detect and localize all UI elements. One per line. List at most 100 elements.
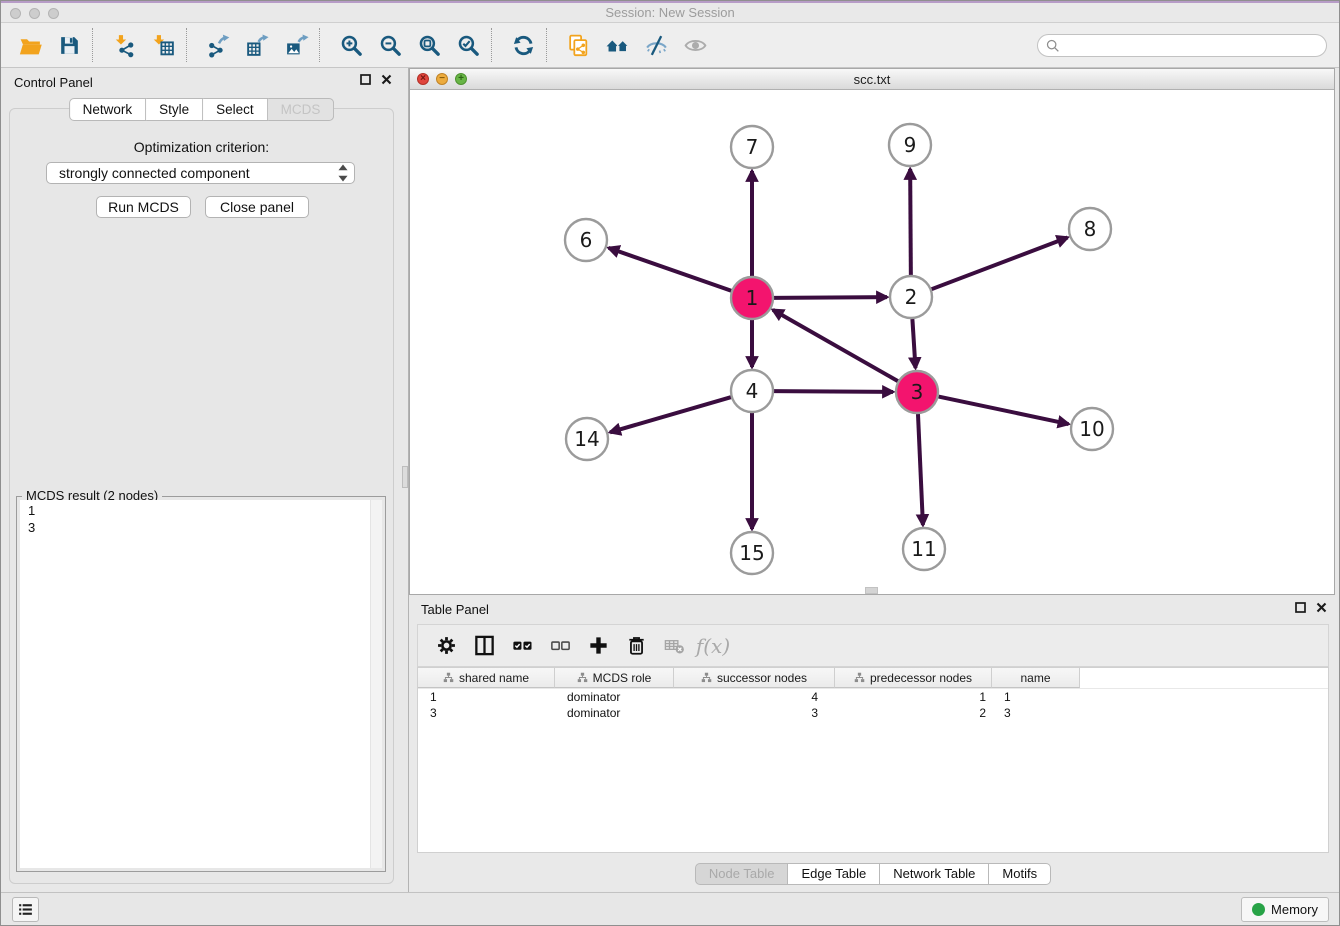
column-header-shared-name[interactable]: shared name [418,668,555,688]
toolbar-separator [546,28,552,62]
graph-edge-4-3[interactable] [774,391,893,392]
table-cell: 1 [992,690,1080,704]
zoom-view-icon[interactable]: + [455,73,467,85]
graph-edge-1-6[interactable] [609,248,732,291]
graph-edge-3-10[interactable] [939,397,1069,424]
table-row[interactable]: 1dominator411 [418,689,1328,705]
tab-mcds[interactable]: MCDS [268,98,335,121]
graph-node-3[interactable]: 3 [896,371,938,413]
tab-node-table[interactable]: Node Table [695,863,789,885]
zoom-selected-button[interactable] [455,32,482,59]
table-body: 1dominator4113dominator323 [418,688,1328,721]
refresh-button[interactable] [510,32,537,59]
close-panel-icon[interactable] [381,74,392,85]
float-panel-icon[interactable] [360,74,371,85]
tab-select[interactable]: Select [203,98,268,121]
window-title: Session: New Session [1,5,1339,20]
table-options-gear-button[interactable] [427,631,465,661]
network-canvas[interactable]: 7 9 6 8 1 2 4 3 14 10 15 11 [410,90,1334,594]
copy-network-button[interactable] [565,32,592,59]
graph-node-7[interactable]: 7 [731,126,773,168]
select-all-rows-icon [511,634,534,657]
graph-edge-1-2[interactable] [774,297,887,298]
float-panel-icon[interactable] [1295,602,1306,613]
criterion-dropdown[interactable]: strongly connected component [46,162,355,184]
search-box[interactable] [1037,34,1327,57]
toolbar-separator [491,28,497,62]
column-header-mcds-role[interactable]: MCDS role [555,668,674,688]
select-all-rows-button[interactable] [503,631,541,661]
import-network-icon [112,33,137,58]
graph-edge-2-3[interactable] [912,319,915,368]
close-view-icon[interactable]: × [417,73,429,85]
tab-style[interactable]: Style [146,98,203,121]
export-table-button[interactable] [244,32,271,59]
export-network-button[interactable] [205,32,232,59]
new-column-icon [587,634,610,657]
graph-node-8[interactable]: 8 [1069,208,1111,250]
graph-edge-3-1[interactable] [773,310,898,381]
network-graph[interactable]: 7 9 6 8 1 2 4 3 14 10 15 11 [410,90,1334,594]
export-network-icon [206,33,231,58]
zoom-in-button[interactable] [338,32,365,59]
mcds-result-list[interactable]: 13 [20,500,382,868]
import-table-button[interactable] [150,32,177,59]
status-bar: Memory [1,892,1339,925]
hide-selected-button[interactable] [643,32,670,59]
minimize-view-icon[interactable]: − [436,73,448,85]
splitter-handle[interactable] [402,466,408,488]
first-neighbors-button[interactable] [604,32,631,59]
function-builder-button: f(x) [693,631,731,661]
tab-edge-table[interactable]: Edge Table [788,863,880,885]
save-session-icon [57,33,82,58]
graph-edge-4-14[interactable] [610,397,731,432]
import-table-icon [151,33,176,58]
search-input[interactable] [1060,36,1326,54]
graph-node-11[interactable]: 11 [903,528,945,570]
vertical-splitter[interactable] [402,68,409,892]
open-file-button[interactable] [17,32,44,59]
task-history-button[interactable] [12,897,39,922]
graph-node-14[interactable]: 14 [566,418,608,460]
graph-node-6[interactable]: 6 [565,219,607,261]
column-header-name[interactable]: name [992,668,1080,688]
graph-node-4[interactable]: 4 [731,370,773,412]
delete-columns-button[interactable] [617,631,655,661]
show-columns-button[interactable] [465,631,503,661]
graph-node-label: 3 [911,380,924,404]
tab-network[interactable]: Network [69,98,147,121]
scrollbar-track[interactable] [370,500,382,868]
close-panel-button[interactable]: Close panel [205,196,309,218]
delete-table-button [655,631,693,661]
zoom-out-button[interactable] [377,32,404,59]
column-header-predecessor-nodes[interactable]: predecessor nodes [835,668,992,688]
network-window-titlebar: ×−+ scc.txt [410,69,1334,90]
canvas-splitter-grip[interactable] [865,587,878,594]
graph-node-9[interactable]: 9 [889,124,931,166]
tab-network-table[interactable]: Network Table [880,863,989,885]
table-row[interactable]: 3dominator323 [418,705,1328,721]
graph-node-15[interactable]: 15 [731,532,773,574]
hide-selected-icon [644,33,669,58]
graph-node-label: 6 [580,228,593,252]
graph-edge-2-8[interactable] [932,238,1068,290]
graph-node-2[interactable]: 2 [890,276,932,318]
graph-node-1[interactable]: 1 [731,277,773,319]
deselect-all-rows-button[interactable] [541,631,579,661]
close-panel-icon[interactable] [1316,602,1327,613]
column-header-label: shared name [459,671,529,685]
memory-button[interactable]: Memory [1241,897,1329,922]
new-column-button[interactable] [579,631,617,661]
graph-node-10[interactable]: 10 [1071,408,1113,450]
zoom-fit-button[interactable] [416,32,443,59]
open-file-icon [18,33,43,58]
graph-edge-2-9[interactable] [910,169,911,275]
tab-motifs[interactable]: Motifs [989,863,1051,885]
import-network-button[interactable] [111,32,138,59]
graph-edge-3-11[interactable] [918,414,923,525]
export-image-button[interactable] [283,32,310,59]
save-session-button[interactable] [56,32,83,59]
export-table-icon [245,33,270,58]
run-mcds-button[interactable]: Run MCDS [96,196,191,218]
column-header-successor-nodes[interactable]: successor nodes [674,668,835,688]
